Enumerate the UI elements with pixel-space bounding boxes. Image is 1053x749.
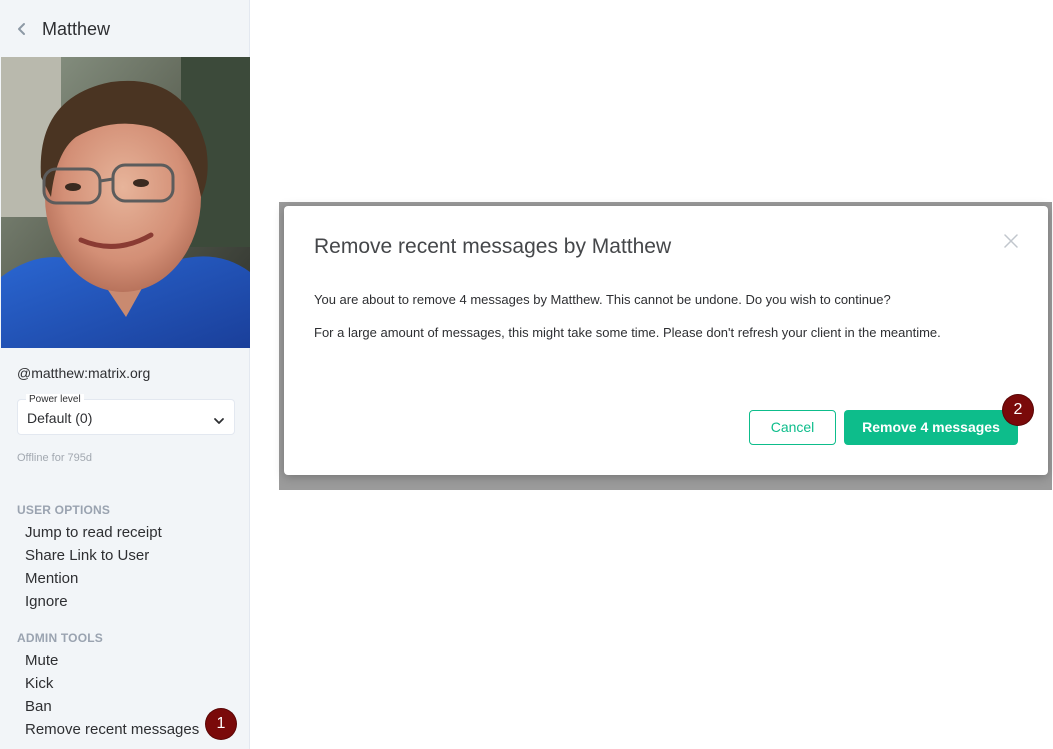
user-avatar[interactable] — [1, 57, 250, 348]
remove-recent-messages-button[interactable]: Remove recent messages — [25, 721, 199, 739]
power-level-label: Power level — [26, 394, 84, 406]
dialog-note: For a large amount of messages, this mig… — [314, 325, 941, 340]
ban-button[interactable]: Ban — [25, 698, 52, 716]
ignore-button[interactable]: Ignore — [25, 593, 68, 611]
user-display-name: Matthew — [42, 19, 111, 39]
remove-messages-button[interactable]: Remove 4 messages — [844, 410, 1018, 445]
remove-messages-dialog: Remove recent messages by Matthew You ar… — [284, 206, 1048, 475]
admin-tools-heading: ADMIN TOOLS — [17, 631, 103, 645]
user-options-heading: USER OPTIONS — [17, 503, 111, 517]
close-button[interactable] — [1003, 233, 1019, 249]
dialog-title: Remove recent messages by Matthew — [314, 235, 672, 258]
step-1-badge: 1 — [206, 709, 236, 739]
mute-button[interactable]: Mute — [25, 652, 58, 670]
close-icon — [1003, 234, 1019, 253]
chevron-left-icon — [12, 17, 32, 41]
panel-header: Matthew — [0, 0, 250, 57]
user-info-panel: Matthew @matthew:matrix.org Power level … — [0, 0, 250, 749]
step-2-badge: 2 — [1003, 395, 1033, 425]
presence-status: Offline for 795d — [17, 452, 93, 464]
dialog-message: You are about to remove 4 messages by Ma… — [314, 292, 891, 307]
back-button[interactable] — [12, 17, 32, 41]
chevron-down-icon — [213, 413, 225, 424]
kick-button[interactable]: Kick — [25, 675, 53, 693]
jump-to-read-receipt-button[interactable]: Jump to read receipt — [25, 524, 162, 542]
power-level-select[interactable]: Power level Default (0) — [17, 394, 235, 435]
power-level-value: Default (0) — [27, 410, 93, 426]
share-link-button[interactable]: Share Link to User — [25, 547, 149, 565]
cancel-button[interactable]: Cancel — [749, 410, 836, 445]
mention-button[interactable]: Mention — [25, 570, 78, 588]
user-id: @matthew:matrix.org — [17, 365, 151, 381]
